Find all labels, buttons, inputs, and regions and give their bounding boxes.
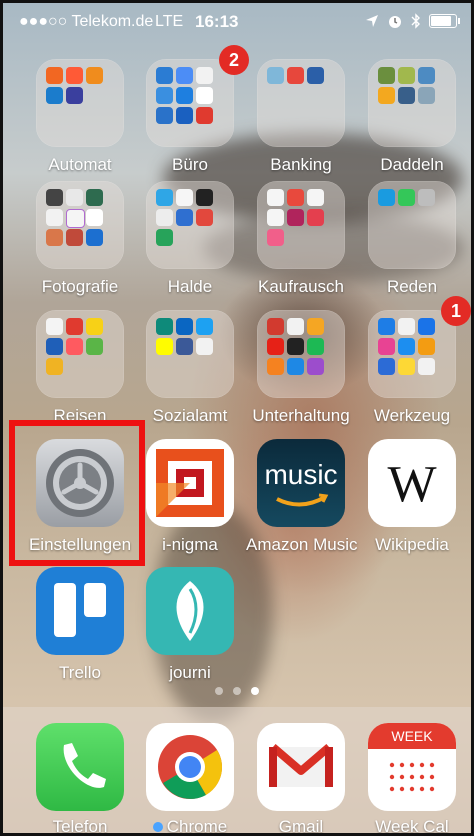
app-label: Unterhaltung (252, 406, 350, 425)
folder-icon (36, 181, 124, 269)
calendar-icon: WEEK (368, 723, 456, 811)
app-label: Wikipedia (375, 535, 449, 554)
page-dot (233, 687, 241, 695)
trello-icon (36, 567, 124, 655)
app-wikipedia[interactable]: W Wikipedia (357, 439, 467, 555)
qr-icon (146, 439, 234, 527)
app-label: Fotografie (41, 277, 119, 296)
app-label: Week Cal (375, 817, 449, 836)
app-label: Amazon Music (246, 535, 358, 554)
dock: Telefon Chrome Gmail WEEK Week Cal (3, 707, 471, 836)
folder-daddeln[interactable]: Daddeln (357, 59, 467, 175)
app-label: Sozialamt (152, 406, 228, 425)
folder-icon (257, 59, 345, 147)
folder-icon (257, 310, 345, 398)
app-journi[interactable]: journi (135, 567, 245, 683)
notification-badge: 1 (441, 296, 471, 326)
new-install-dot (152, 822, 163, 832)
folder-icon (36, 59, 124, 147)
folder-icon (36, 310, 124, 398)
highlight-box (9, 420, 145, 566)
folder-icon (146, 181, 234, 269)
folder-buero[interactable]: 2 Büro (135, 45, 249, 175)
gmail-icon (257, 723, 345, 811)
folder-werkzeug[interactable]: 1 Werkzeug (357, 296, 471, 426)
feather-icon (146, 567, 234, 655)
app-label: Gmail (278, 817, 324, 836)
app-label: Chrome (135, 817, 245, 836)
app-telefon[interactable]: Telefon (25, 723, 135, 836)
folder-reden[interactable]: Reden (357, 181, 467, 297)
page-dot (215, 687, 223, 695)
amazon-music-icon: music (257, 439, 345, 527)
app-trello[interactable]: Trello (25, 567, 135, 683)
location-icon (366, 15, 378, 27)
page-indicator[interactable] (215, 687, 259, 695)
status-icons (365, 13, 460, 29)
folder-automat[interactable]: Automat (25, 59, 135, 175)
app-label: i-nigma (162, 535, 218, 554)
app-label: Trello (59, 663, 101, 682)
app-week-cal[interactable]: WEEK Week Cal (357, 723, 467, 836)
folder-halde[interactable]: Halde (135, 181, 245, 297)
notification-badge: 2 (219, 45, 249, 75)
folder-icon (368, 59, 456, 147)
clock: 16:13 (195, 12, 239, 31)
folder-sozialamt[interactable]: Sozialamt (135, 310, 245, 426)
carrier-label: ●●●○○ Telekom.de (19, 13, 154, 30)
folder-icon (257, 181, 345, 269)
battery-icon (429, 14, 460, 28)
chrome-label: Chrome (166, 817, 228, 836)
wikipedia-icon: W (368, 439, 456, 527)
app-label: Automat (48, 155, 112, 174)
bluetooth-icon (411, 13, 420, 29)
folder-banking[interactable]: Banking (246, 59, 356, 175)
folder-unterhaltung[interactable]: Unterhaltung (246, 310, 356, 426)
phone-icon (36, 723, 124, 811)
chrome-icon (146, 723, 234, 811)
page-dot-active (251, 687, 259, 695)
app-label: Reden (386, 277, 438, 296)
app-label: Kaufrausch (258, 277, 344, 296)
app-chrome[interactable]: Chrome (135, 723, 245, 836)
app-inigma[interactable]: i-nigma (135, 439, 245, 555)
app-amazon-music[interactable]: music Amazon Music (246, 439, 358, 555)
alarm-icon (389, 16, 401, 28)
status-bar: ●●●○○ Telekom.de LTE 16:13 (3, 3, 471, 37)
folder-reisen[interactable]: Reisen (25, 310, 135, 426)
folder-icon (368, 181, 456, 269)
app-label: Halde (167, 277, 213, 296)
app-gmail[interactable]: Gmail (246, 723, 356, 836)
network-label: LTE (155, 13, 184, 30)
app-label: journi (169, 663, 211, 682)
folder-icon (146, 310, 234, 398)
app-label: Banking (270, 155, 332, 174)
folder-kaufrausch[interactable]: Kaufrausch (246, 181, 356, 297)
folder-icon (146, 59, 234, 147)
app-label: Werkzeug (373, 406, 451, 425)
wikipedia-glyph: W (387, 456, 437, 513)
home-screen: ●●●○○ Telekom.de LTE 16:13 Automat 2 Bür… (0, 0, 474, 836)
app-label: Büro (172, 155, 208, 174)
app-label: Telefon (52, 817, 108, 836)
folder-icon (368, 310, 456, 398)
app-label: Daddeln (380, 155, 444, 174)
folder-fotografie[interactable]: Fotografie (25, 181, 135, 297)
